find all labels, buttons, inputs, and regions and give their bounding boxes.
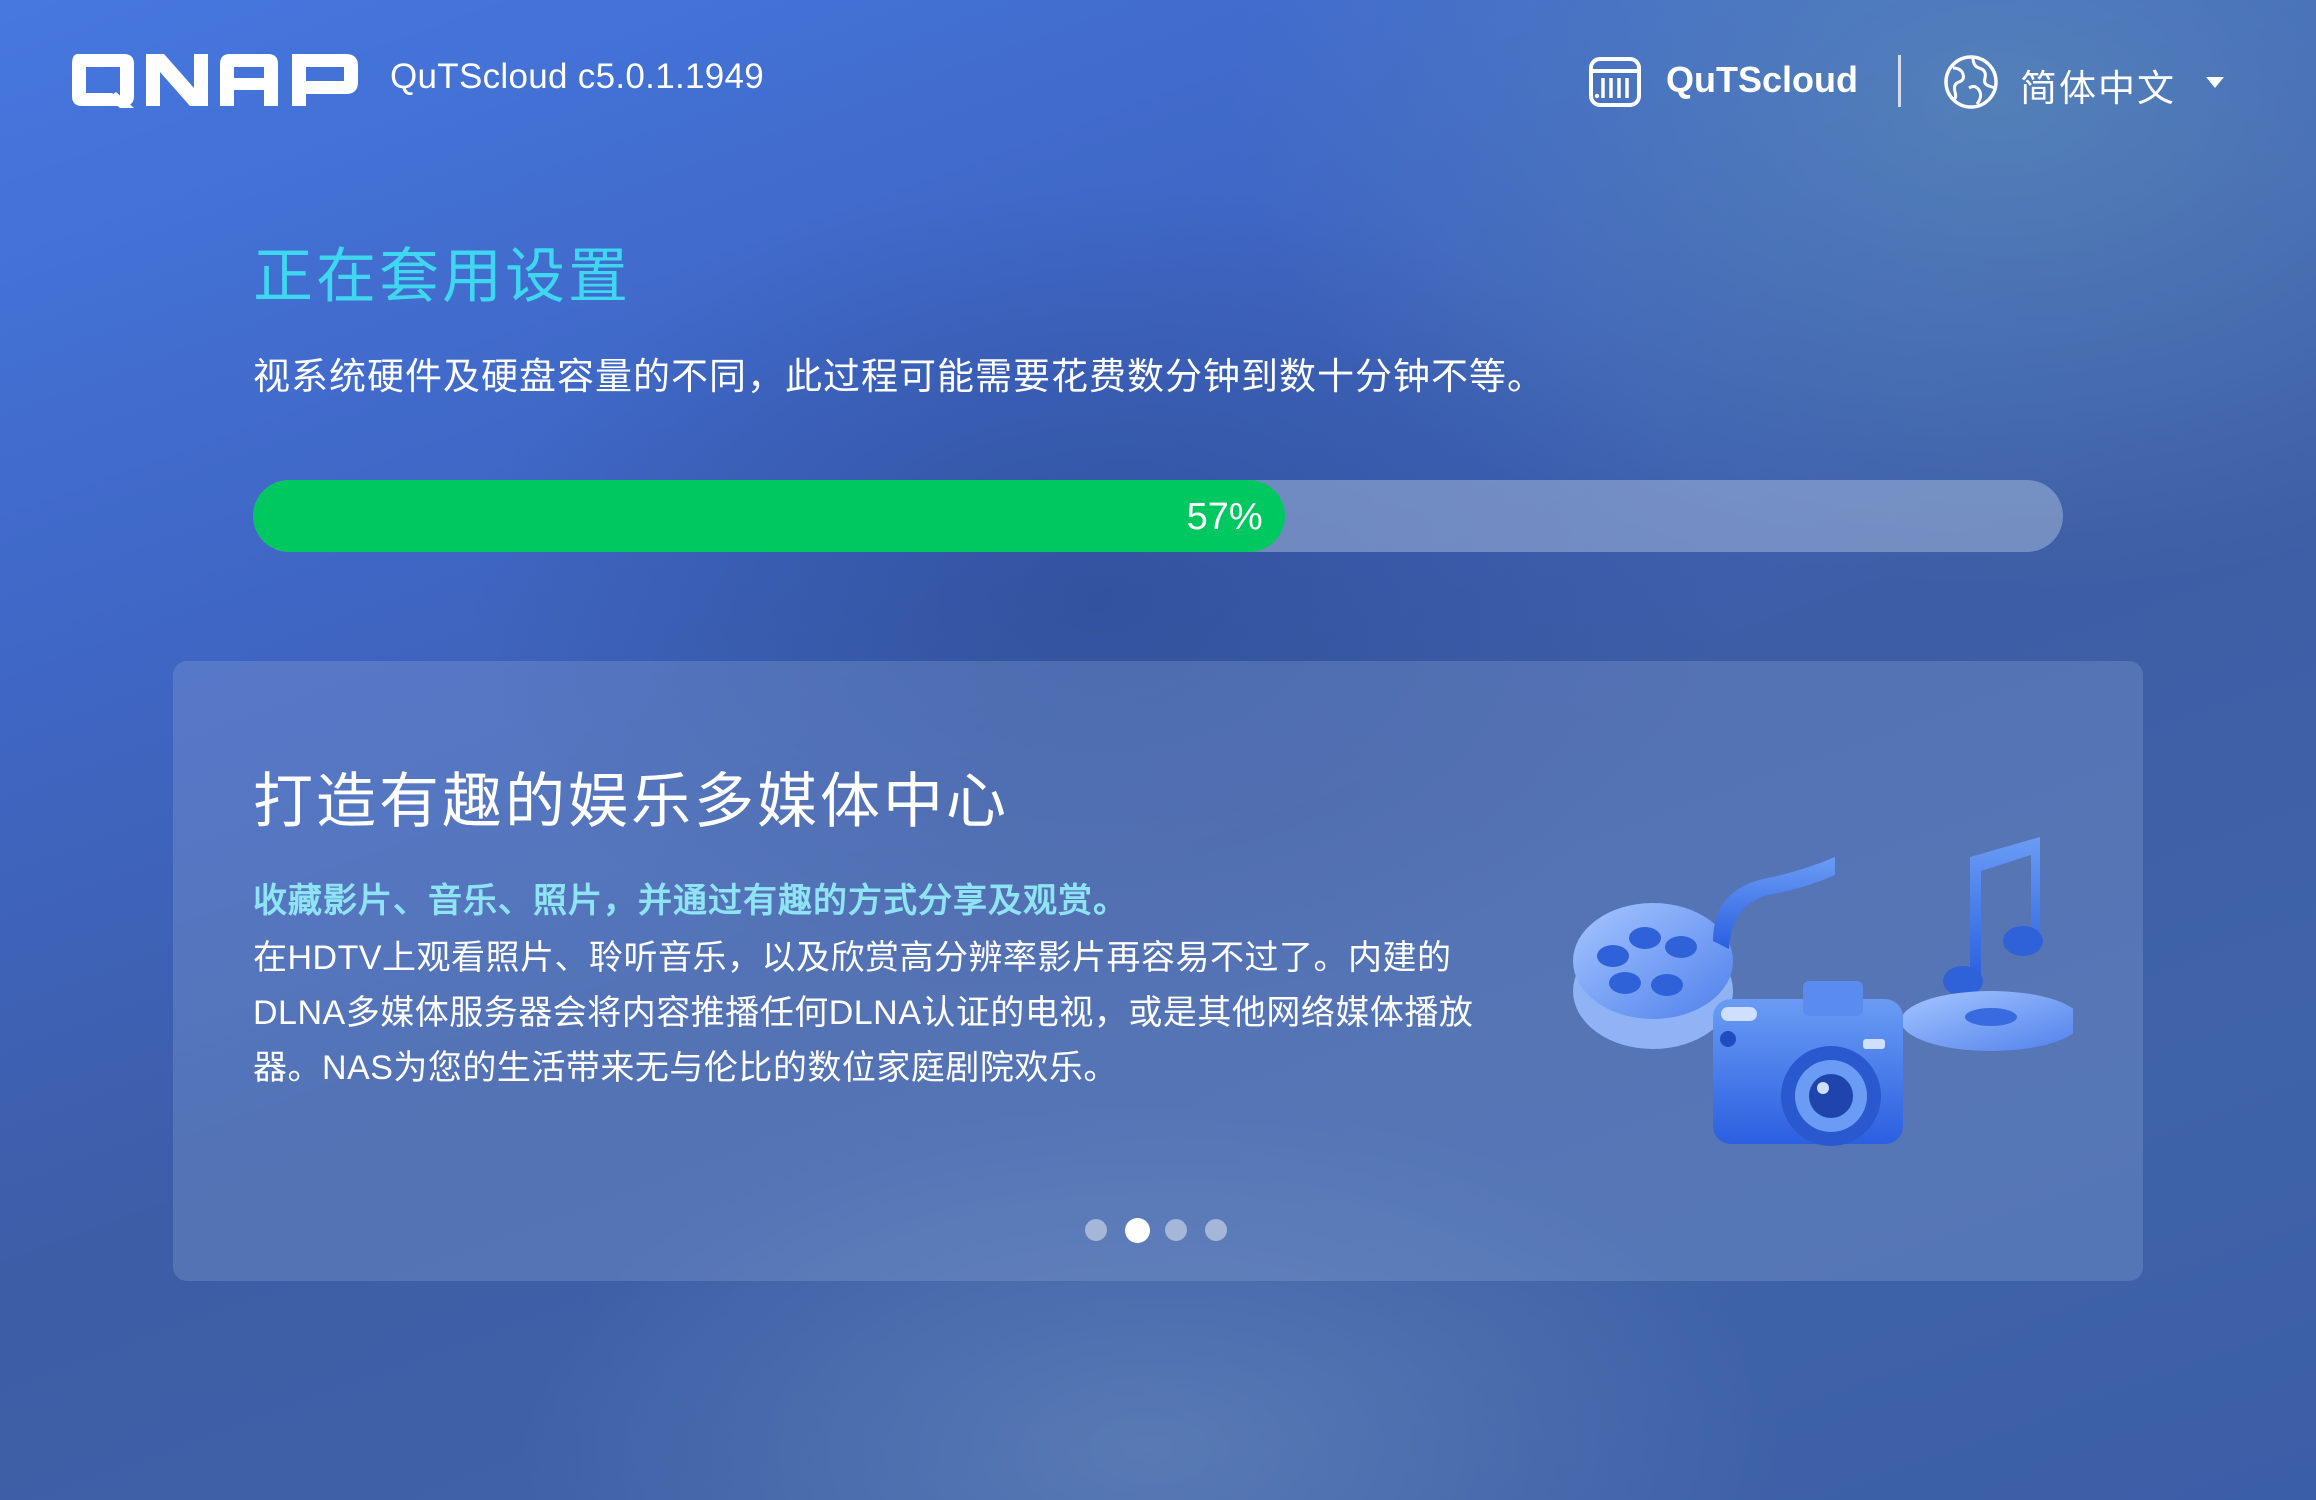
progress-bar: 57%	[253, 480, 2063, 552]
globe-icon	[1944, 55, 1998, 109]
qutscloud-label: QuTScloud	[1666, 59, 1858, 100]
page-title: 正在套用设置	[253, 243, 631, 310]
carousel-dot[interactable]	[1125, 1218, 1150, 1243]
caret-down-icon[interactable]	[2206, 77, 2224, 88]
top-header: QuTScloud c5.0.1.1949 QuTScloud 简体中文	[0, 0, 2316, 160]
qnap-logo	[72, 54, 358, 108]
carousel-dot[interactable]	[1205, 1219, 1227, 1241]
header-divider	[1898, 55, 1901, 107]
feature-card: 打造有趣的娱乐多媒体中心 收藏影片、音乐、照片，并通过有趣的方式分享及观赏。 在…	[173, 661, 2143, 1281]
language-label[interactable]: 简体中文	[2020, 58, 2176, 112]
card-title: 打造有趣的娱乐多媒体中心	[253, 768, 1009, 835]
progress-fill: 57%	[253, 480, 1285, 552]
multimedia-illustration	[1573, 837, 2073, 1146]
progress-percent-label: 57%	[1186, 496, 1263, 538]
version-label: QuTScloud c5.0.1.1949	[390, 57, 765, 96]
page-description: 视系统硬件及硬盘容量的不同，此过程可能需要花费数分钟到数十分钟不等。	[253, 356, 1545, 397]
card-subtitle: 收藏影片、音乐、照片，并通过有趣的方式分享及观赏。	[253, 882, 1128, 920]
qutscloud-icon	[1589, 57, 1641, 107]
carousel-dot[interactable]	[1165, 1219, 1187, 1241]
card-body: 在HDTV上观看照片、聆听音乐，以及欣赏高分辨率影片再容易不过了。内建的DLNA…	[253, 939, 1474, 1087]
carousel-dot[interactable]	[1085, 1219, 1107, 1241]
